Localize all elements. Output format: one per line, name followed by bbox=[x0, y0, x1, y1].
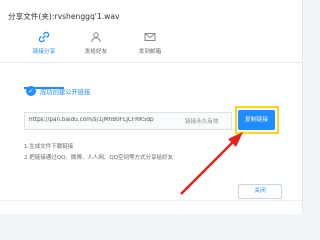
tab-label: 链接分享 bbox=[32, 49, 56, 55]
link-validity: 链接永久有效 bbox=[185, 119, 219, 125]
share-url[interactable]: https://pan.baidu.com/s/1jMhB0FLJCFRK5dp bbox=[29, 117, 179, 123]
note-line: 2.把链接通过QQ、微博、人人网、QQ空间等方式分享给好友 bbox=[24, 155, 174, 161]
link-icon bbox=[38, 31, 50, 43]
mail-icon bbox=[144, 33, 156, 41]
note-line: 1.生成文件下载链接 bbox=[24, 144, 74, 150]
success-text: 成功创建公开链接 bbox=[40, 89, 91, 96]
tab-link-share[interactable]: 链接分享 bbox=[14, 27, 74, 62]
dialog-title: 分享文件(夹):rvshenggq'1.wav bbox=[8, 12, 120, 21]
tab-label: 发给好友 bbox=[84, 49, 108, 55]
share-link-field[interactable]: https://pan.baidu.com/s/1jMhB0FLJCFRK5dp… bbox=[24, 112, 232, 130]
tab-send-mail[interactable]: 发到邮箱 bbox=[120, 27, 180, 62]
share-dialog: 分享文件(夹):rvshenggq'1.wav 链接分享 发给好友 发到邮箱 ✓… bbox=[0, 0, 303, 214]
friend-icon bbox=[91, 32, 101, 43]
copy-link-button[interactable]: 复制链接 bbox=[238, 110, 275, 130]
tab-label: 发到邮箱 bbox=[138, 49, 162, 55]
tab-send-friend[interactable]: 发给好友 bbox=[66, 27, 126, 62]
check-circle-icon: ✓ bbox=[26, 86, 36, 96]
close-button[interactable]: 关闭 bbox=[238, 184, 282, 199]
tabs-divider bbox=[0, 62, 302, 63]
share-tabs: 链接分享 发给好友 发到邮箱 bbox=[0, 27, 302, 89]
footer-divider bbox=[0, 200, 302, 201]
